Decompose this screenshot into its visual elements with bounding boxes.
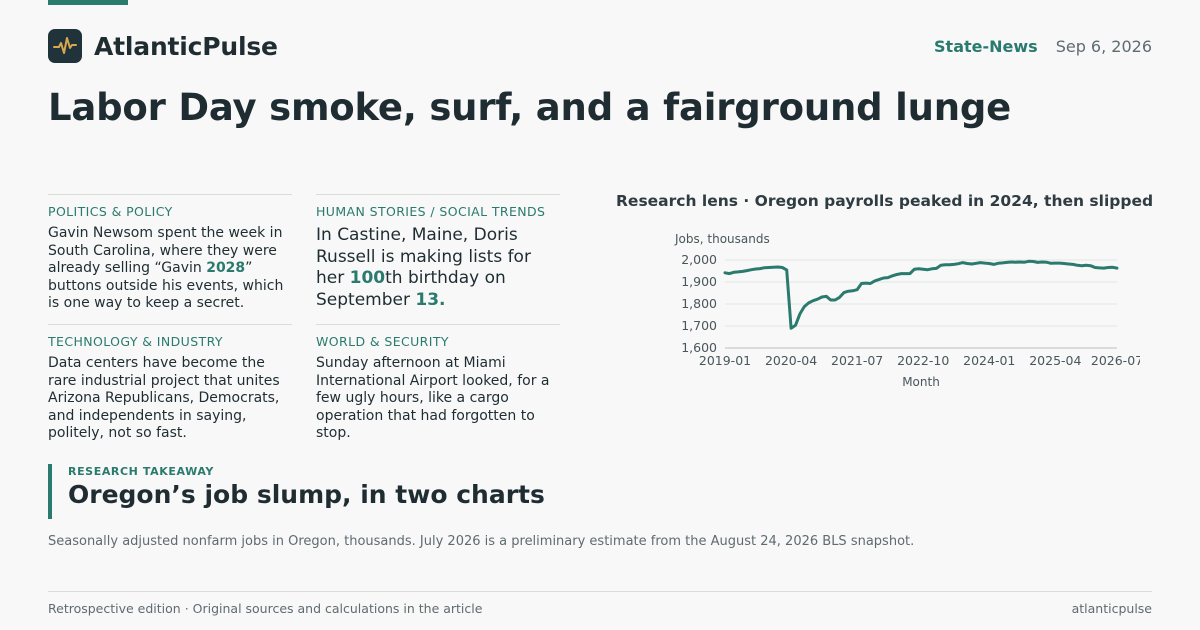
x-tick-label: 2022-10 — [897, 353, 949, 368]
publish-date: Sep 6, 2026 — [1055, 37, 1152, 56]
story-kicker: TECHNOLOGY & INDUSTRY — [48, 334, 223, 349]
x-tick-label: 2020-04 — [765, 353, 817, 368]
pulse-icon — [48, 29, 82, 63]
brand-name: AtlanticPulse — [94, 31, 278, 61]
x-tick-label: 2019-01 — [699, 353, 751, 368]
y-tick-label: 1,700 — [681, 318, 717, 333]
chart-note: Seasonally adjusted nonfarm jobs in Oreg… — [48, 534, 915, 549]
takeaway-label: RESEARCH TAKEAWAY — [68, 465, 214, 478]
takeaway-headline: Oregon’s job slump, in two charts — [68, 480, 545, 509]
footer-edition: Retrospective edition · Original sources… — [48, 601, 483, 616]
footer-site[interactable]: atlanticpulse — [1072, 601, 1152, 616]
story-kicker: POLITICS & POLICY — [48, 204, 173, 219]
section-link[interactable]: State-News — [934, 37, 1038, 56]
story-body: Gavin Newsom spent the week in South Car… — [48, 225, 284, 311]
story-world[interactable]: WORLD & SECURITY Sunday afternoon at Mia… — [316, 324, 560, 443]
payroll-line-chart: 1,6001,7001,8001,9002,0002019-01 2020-04 2… — [674, 232, 1140, 389]
story-body: Sunday afternoon at Miami International … — [316, 355, 550, 441]
story-kicker: HUMAN STORIES / SOCIAL TRENDS — [316, 204, 546, 219]
y-axis-label: Jobs, thousands — [674, 232, 770, 246]
chart-title: Research lens · Oregon payrolls peaked i… — [616, 192, 1154, 210]
brand[interactable]: AtlanticPulse — [48, 29, 278, 63]
series-line — [723, 259, 1119, 330]
y-tick-label: 1,800 — [681, 296, 717, 311]
page-title: Labor Day smoke, surf, and a fairground … — [48, 86, 1012, 129]
x-tick-label: 2021-07 — [831, 353, 883, 368]
header-meta: State-News Sep 6, 2026 — [934, 37, 1152, 56]
story-body: In Castine, Maine, Doris Russell is maki… — [316, 225, 531, 310]
story-politics[interactable]: POLITICS & POLICY Gavin Newsom spent the… — [48, 194, 292, 313]
story-human[interactable]: HUMAN STORIES / SOCIAL TRENDS In Castine… — [316, 194, 560, 311]
story-kicker: WORLD & SECURITY — [316, 334, 449, 349]
x-tick-label: 2025-04 — [1029, 353, 1081, 368]
story-body: Data centers have become the rare indust… — [48, 355, 280, 441]
footer: Retrospective edition · Original sources… — [48, 591, 1152, 616]
x-axis-label: Month — [902, 375, 940, 389]
top-accent-bar — [48, 0, 128, 5]
research-takeaway[interactable]: RESEARCH TAKEAWAY Oregon’s job slump, in… — [48, 464, 545, 519]
x-tick-label: 2024-01 — [963, 353, 1015, 368]
story-technology[interactable]: TECHNOLOGY & INDUSTRY Data centers have … — [48, 324, 292, 443]
y-tick-label: 1,900 — [681, 274, 717, 289]
x-tick-label: 2026-07 — [1091, 353, 1140, 368]
y-tick-label: 2,000 — [681, 252, 717, 267]
